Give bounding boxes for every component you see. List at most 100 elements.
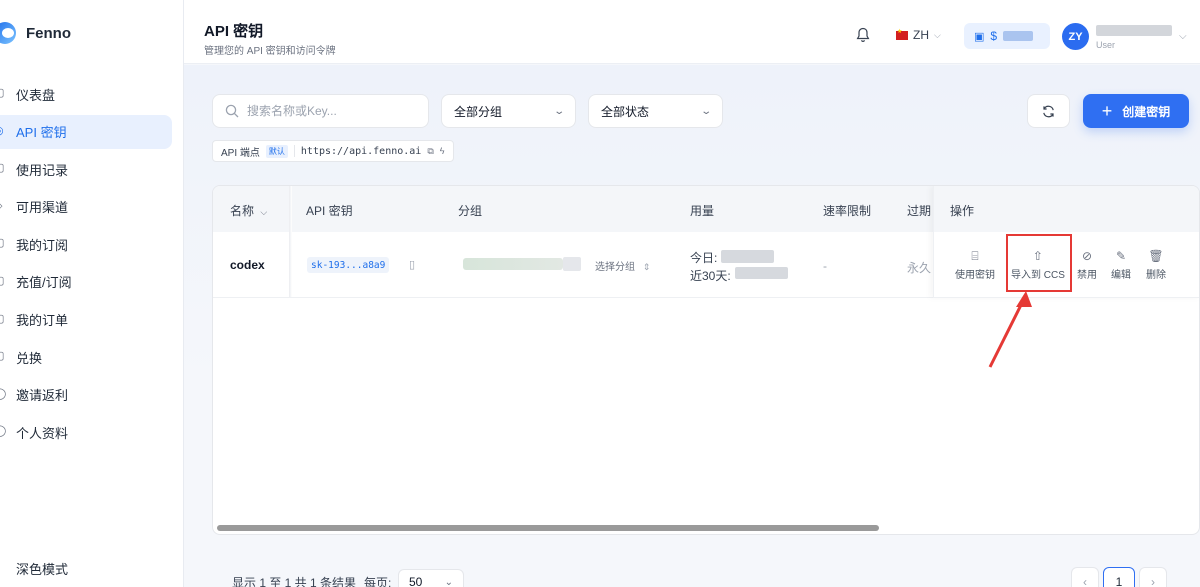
sidebar-item-api-keys[interactable]: ◎ API 密钥 xyxy=(0,114,172,149)
balance-currency: $ xyxy=(990,29,998,43)
endpoint-label: API 端点 xyxy=(221,147,260,159)
scrollbar-thumb[interactable] xyxy=(217,525,879,531)
china-flag-icon xyxy=(896,28,908,40)
wallet-icon: ▣ xyxy=(974,30,985,43)
subscription-icon: ▢ xyxy=(0,238,5,249)
status-filter-select[interactable]: 全部状态 ⌄ xyxy=(588,94,723,128)
usage-today-label: 今日: xyxy=(690,251,718,265)
bell-icon[interactable] xyxy=(856,27,870,43)
chevron-down-icon: ⌵ xyxy=(934,29,941,40)
avatar[interactable]: ZY xyxy=(1062,23,1089,50)
expires-value: 永久 xyxy=(907,261,932,275)
annotation-arrow-icon xyxy=(988,291,1032,368)
sidebar-item-dashboard[interactable]: ▢ 仪表盘 xyxy=(0,77,184,111)
balance-amount-redacted xyxy=(1003,31,1034,41)
sidebar-item-redeem[interactable]: ▢ 兑换 xyxy=(0,340,184,374)
api-key-value[interactable]: sk-193...a8a9 xyxy=(307,257,390,273)
sidebar-item-label: 仪表盘 xyxy=(16,87,56,103)
clipboard-icon[interactable]: ▯ xyxy=(409,258,415,271)
search-input[interactable] xyxy=(247,104,417,118)
per-page-label: 每页: xyxy=(364,576,392,587)
column-header-name[interactable]: 名称 ⌵ xyxy=(230,202,267,219)
sidebar-item-usage[interactable]: ▢ 使用记录 xyxy=(0,152,184,186)
select-group-dropdown[interactable]: 选择分组 ⇕ xyxy=(595,258,650,273)
user-icon: ◯ xyxy=(0,425,7,438)
column-header-key: API 密钥 xyxy=(306,204,353,218)
sidebar-nav: ▢ 仪表盘 ◎ API 密钥 ▢ 使用记录 ◇ 可用渠道 ▢ 我的订阅 ▢ 充值… xyxy=(0,77,184,453)
column-header-usage: 用量 xyxy=(690,204,715,218)
group-filter-value: 全部分组 xyxy=(454,104,503,119)
previous-page-button[interactable]: ‹ xyxy=(1071,567,1099,587)
sidebar-item-label: 兑换 xyxy=(16,350,43,366)
app-name: Fenno xyxy=(26,24,71,42)
annotation-highlight-box xyxy=(1006,234,1072,292)
default-badge: 默认 xyxy=(265,144,288,158)
page-subtitle: 管理您的 API 密钥和访问令牌 xyxy=(204,46,336,57)
chevron-down-icon[interactable]: ⌵ xyxy=(1179,31,1187,42)
sidebar-item-label: 我的订阅 xyxy=(16,237,69,253)
invite-icon: ◯ xyxy=(0,387,7,400)
sort-icon: ⇕ xyxy=(642,262,651,272)
sidebar-item-profile[interactable]: ◯ 个人资料 xyxy=(0,415,184,449)
divider xyxy=(293,145,295,157)
chevron-left-icon: ‹ xyxy=(1083,575,1087,587)
user-name-redacted xyxy=(1096,25,1172,36)
sidebar-item-label: 邀请返利 xyxy=(16,388,69,404)
key-name: codex xyxy=(230,258,265,272)
refresh-button[interactable] xyxy=(1027,94,1070,128)
column-header-rate-limit: 速率限制 xyxy=(823,204,872,218)
user-role: User xyxy=(1096,40,1116,50)
sidebar: Fenno ▢ 仪表盘 ◎ API 密钥 ▢ 使用记录 ◇ 可用渠道 ▢ 我的订… xyxy=(0,0,184,587)
horizontal-scrollbar[interactable] xyxy=(217,525,1197,531)
wallet-icon: ▢ xyxy=(0,275,5,287)
search-icon xyxy=(225,104,239,118)
next-page-button[interactable]: › xyxy=(1139,567,1167,587)
create-key-label: 创建密钥 xyxy=(1122,104,1171,119)
logo-icon xyxy=(0,22,16,44)
sidebar-item-label: 我的订单 xyxy=(16,313,69,329)
column-header-label: 名称 xyxy=(230,204,255,218)
create-key-button[interactable]: + 创建密钥 xyxy=(1083,94,1189,128)
group-name-redacted xyxy=(463,258,563,270)
language-selector[interactable]: ZH ⌵ xyxy=(896,28,941,42)
page-title: API 密钥 xyxy=(204,23,264,40)
status-filter-value: 全部状态 xyxy=(601,104,650,119)
dark-mode-toggle[interactable]: ☾ 深色模式 xyxy=(0,559,69,578)
page-button-1[interactable]: 1 xyxy=(1103,567,1135,587)
per-page-select[interactable]: 50 ⌄ xyxy=(398,569,464,587)
column-header-expires: 过期 xyxy=(907,204,932,218)
pagination-summary: 显示 1 至 1 共 1 条结果 xyxy=(232,576,357,587)
moon-icon: ☾ xyxy=(0,560,4,573)
sidebar-item-label: API 密钥 xyxy=(16,125,67,141)
chevron-down-icon: ⌄ xyxy=(699,105,712,117)
usage-today-redacted xyxy=(721,250,774,263)
select-group-label: 选择分组 xyxy=(595,262,635,273)
copy-icon[interactable]: ⧉ xyxy=(427,146,433,157)
sidebar-item-channels[interactable]: ◇ 可用渠道 xyxy=(0,190,184,224)
sidebar-item-subscriptions[interactable]: ▢ 我的订阅 xyxy=(0,227,184,261)
refresh-icon xyxy=(1043,105,1054,117)
dashboard-icon: ▢ xyxy=(0,88,5,99)
chevron-down-icon: ⌄ xyxy=(444,576,453,587)
group-filter-select[interactable]: 全部分组 ⌄ xyxy=(441,94,576,128)
top-bar: API 密钥 管理您的 API 密钥和访问令牌 ZH ⌵ ▣ $ ZY User… xyxy=(184,0,1200,64)
dark-mode-label: 深色模式 xyxy=(16,562,69,577)
layers-icon: ◇ xyxy=(0,200,5,212)
gift-icon: ▢ xyxy=(0,351,5,362)
lightning-icon[interactable]: ϟ xyxy=(440,146,445,156)
rate-limit-value: - xyxy=(823,259,827,273)
plus-icon: + xyxy=(1101,101,1113,121)
search-box[interactable] xyxy=(212,94,429,128)
balance-badge[interactable]: ▣ $ xyxy=(964,23,1050,49)
sidebar-item-referral[interactable]: ◯ 邀请返利 xyxy=(0,378,184,412)
sidebar-item-orders[interactable]: ▢ 我的订单 xyxy=(0,303,184,337)
orders-icon: ▢ xyxy=(0,313,5,325)
document-icon: ▢ xyxy=(0,163,5,174)
column-header-group: 分组 xyxy=(458,204,483,218)
sidebar-item-label: 个人资料 xyxy=(16,425,69,441)
endpoint-url: https://api.fenno.ai xyxy=(300,145,422,157)
sidebar-item-recharge[interactable]: ▢ 充值/订阅 xyxy=(0,265,184,299)
usage-30d-redacted xyxy=(735,267,788,279)
app-logo[interactable]: Fenno xyxy=(0,22,71,44)
chevron-right-icon: › xyxy=(1151,575,1155,587)
